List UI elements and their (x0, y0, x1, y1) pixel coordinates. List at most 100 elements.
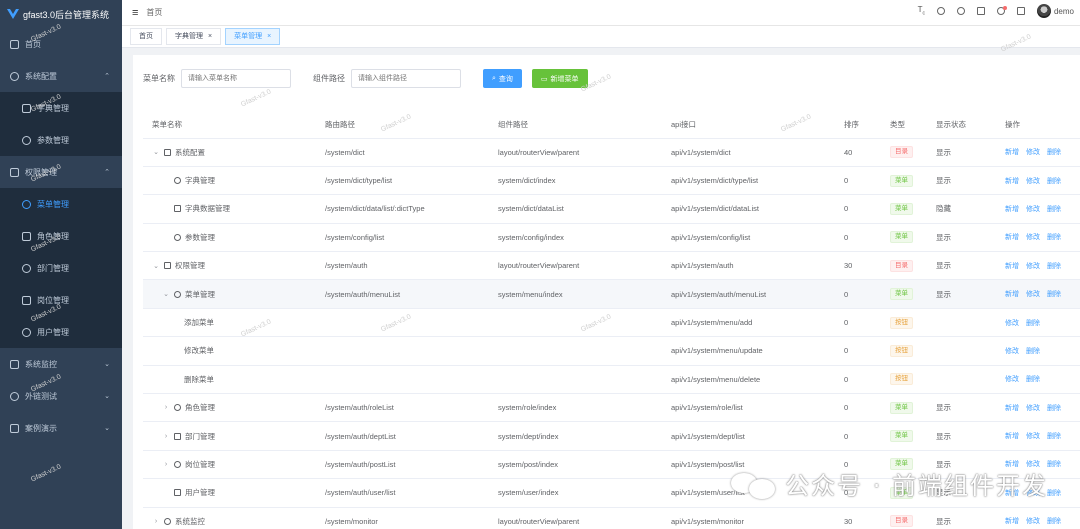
app-logo[interactable]: gfast3.0后台管理系统 (0, 0, 122, 28)
action-link[interactable]: 新增 (1005, 433, 1019, 440)
action-link[interactable]: 删除 (1047, 178, 1061, 185)
cell-name: › 系统监控 (143, 507, 316, 529)
action-link[interactable]: 修改 (1005, 376, 1019, 383)
close-icon[interactable]: × (208, 33, 212, 40)
action-link[interactable]: 修改 (1026, 149, 1040, 156)
action-link[interactable]: 删除 (1026, 320, 1040, 327)
action-link[interactable]: 删除 (1026, 348, 1040, 355)
column-header: 排序 (835, 111, 881, 139)
cell-sort: 0 (835, 393, 881, 423)
expand-arrow-icon[interactable]: ⌄ (152, 262, 160, 270)
action-link[interactable]: 新增 (1005, 149, 1019, 156)
action-link[interactable]: 新增 (1005, 234, 1019, 241)
menu-name: 删除菜单 (184, 374, 214, 384)
action-link[interactable]: 删除 (1047, 206, 1061, 213)
action-link[interactable]: 修改 (1026, 490, 1040, 497)
menu-name-input[interactable] (181, 69, 291, 88)
action-link[interactable]: 删除 (1047, 490, 1061, 497)
action-link[interactable]: 删除 (1047, 291, 1061, 298)
sidebar-item[interactable]: 参数管理 (0, 124, 122, 156)
action-link[interactable]: 新增 (1005, 461, 1019, 468)
cell-api: api/v1/system/dict/dataList (662, 194, 835, 224)
action-link[interactable]: 删除 (1047, 518, 1061, 525)
action-link[interactable]: 删除 (1047, 433, 1061, 440)
action-link[interactable]: 新增 (1005, 263, 1019, 270)
sidebar-item[interactable]: 角色管理 (0, 220, 122, 252)
sidebar-item[interactable]: 部门管理 (0, 252, 122, 284)
table-row: ⌄ 系统配置/system/dict layout/routerView/paren… (143, 138, 1080, 167)
user-menu[interactable]: demo (1036, 4, 1074, 18)
action-link[interactable]: 修改 (1026, 291, 1040, 298)
component-size-icon[interactable] (936, 7, 945, 15)
action-link[interactable]: 新增 (1005, 291, 1019, 298)
action-link[interactable]: 修改 (1026, 234, 1040, 241)
tag-item[interactable]: 菜单管理 × (225, 28, 281, 45)
close-icon[interactable]: × (267, 33, 271, 40)
type-badge: 菜单 (890, 458, 913, 471)
sidebar-item[interactable]: 菜单管理 (0, 188, 122, 220)
action-link[interactable]: 删除 (1047, 149, 1061, 156)
translate-icon[interactable]: Tc (918, 5, 925, 17)
tag-item[interactable]: 首页 (130, 28, 162, 45)
action-link[interactable]: 删除 (1047, 405, 1061, 412)
action-link[interactable]: 修改 (1026, 461, 1040, 468)
sidebar-item[interactable]: 字典管理 (0, 92, 122, 124)
component-path-input[interactable] (351, 69, 461, 88)
fullscreen-icon[interactable] (1016, 7, 1025, 15)
action-link[interactable]: 删除 (1026, 376, 1040, 383)
action-link[interactable]: 修改 (1026, 178, 1040, 185)
breadcrumb[interactable]: 首页 (146, 7, 162, 18)
menu-name: 修改菜单 (184, 346, 214, 356)
action-link[interactable]: 新增 (1005, 490, 1019, 497)
action-link[interactable]: 新增 (1005, 178, 1019, 185)
cell-name: ⌄ 系统配置 (143, 138, 316, 167)
action-link[interactable]: 新增 (1005, 206, 1019, 213)
action-link[interactable]: 删除 (1047, 263, 1061, 270)
cell-component: system/dict/index (489, 166, 662, 196)
sidebar-item[interactable]: 系统配置 ⌃ (0, 60, 122, 92)
action-link[interactable]: 修改 (1005, 348, 1019, 355)
sidebar-item[interactable]: 首页 (0, 28, 122, 60)
expand-arrow-icon[interactable]: › (152, 518, 160, 525)
action-link[interactable]: 新增 (1005, 405, 1019, 412)
sidebar-item[interactable]: 用户管理 (0, 316, 122, 348)
sidebar-item[interactable]: 案例演示 ⌄ (0, 412, 122, 444)
query-button[interactable]: ⌕ 查询 (483, 69, 522, 88)
sidebar: gfast3.0后台管理系统 首页 系统配置 ⌃ 字典管理 参数管理 权限管理 ⌃ 菜单管理角… (0, 0, 122, 529)
action-link[interactable]: 新增 (1005, 518, 1019, 525)
tag-item[interactable]: 字典管理 × (166, 28, 222, 45)
sidebar-item[interactable]: 外链测试 ⌄ (0, 380, 122, 412)
hamburger-icon[interactable]: ≡ (132, 7, 138, 19)
add-menu-button[interactable]: ▭ 新增菜单 (531, 69, 588, 88)
sidebar-item[interactable]: 岗位管理 (0, 284, 122, 316)
cell-actions: 新增 修改 删除 (996, 194, 1080, 224)
menu-name: 角色管理 (185, 403, 215, 413)
cell-api: api/v1/system/dict (662, 138, 835, 167)
api-path: api/v1/system/monitor (671, 516, 744, 526)
expand-arrow-icon[interactable]: ⌄ (152, 148, 160, 156)
name-cell-wrap: › 岗位管理 (152, 459, 316, 470)
action-link[interactable]: 删除 (1047, 461, 1061, 468)
search-icon[interactable] (956, 7, 965, 15)
sidebar-item[interactable]: 权限管理 ⌃ (0, 156, 122, 188)
sort-value: 30 (844, 261, 853, 271)
theme-icon[interactable] (976, 7, 985, 15)
menu-name: 系统配置 (175, 147, 205, 157)
menu-icon (174, 290, 181, 298)
action-link[interactable]: 修改 (1026, 405, 1040, 412)
action-link[interactable]: 修改 (1026, 263, 1040, 270)
action-link[interactable]: 修改 (1005, 320, 1019, 327)
expand-arrow-icon[interactable]: › (162, 404, 170, 411)
expand-arrow-icon[interactable]: › (162, 433, 170, 440)
sidebar-item[interactable]: 系统监控 ⌄ (0, 348, 122, 380)
route-path: /system/auth/roleList (325, 403, 394, 413)
expand-arrow-icon[interactable]: ⌄ (162, 290, 170, 298)
expand-arrow-icon[interactable]: › (162, 461, 170, 468)
type-badge: 菜单 (890, 231, 913, 244)
bell-icon[interactable] (996, 6, 1007, 15)
action-link[interactable]: 修改 (1026, 518, 1040, 525)
action-link[interactable]: 删除 (1047, 234, 1061, 241)
action-link[interactable]: 修改 (1026, 433, 1040, 440)
action-link[interactable]: 修改 (1026, 206, 1040, 213)
dept-icon (174, 432, 181, 440)
